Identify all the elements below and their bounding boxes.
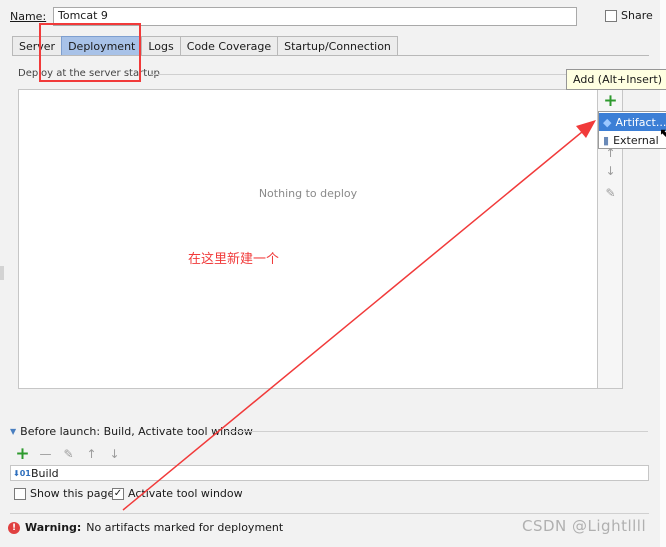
- share-checkbox-box[interactable]: [605, 9, 617, 22]
- watermark: CSDN @Lightllll: [522, 517, 647, 535]
- arrow-up-icon[interactable]: ↑: [83, 447, 100, 461]
- task-build[interactable]: Build: [31, 467, 59, 480]
- add-popup-menu: ◆ Artifact... ▮ External: [598, 111, 666, 149]
- highlight-box: [39, 23, 141, 82]
- remove-icon[interactable]: —: [37, 447, 54, 461]
- annotation-text: 在这里新建一个: [188, 252, 280, 267]
- before-launch-toolbar: + — ✎ ↑ ↓: [14, 444, 123, 464]
- artifact-icon: ◆: [603, 115, 612, 129]
- add-icon[interactable]: +: [603, 91, 618, 111]
- warning-label: Warning:: [25, 521, 82, 534]
- menu-item-artifact[interactable]: ◆ Artifact...: [599, 113, 666, 131]
- splitter-grip[interactable]: [0, 266, 4, 280]
- add-icon[interactable]: +: [14, 444, 31, 464]
- warning-icon: !: [8, 521, 20, 534]
- activate-tool-window-checkbox[interactable]: ✓ Activate tool window: [112, 487, 243, 500]
- share-checkbox[interactable]: Share: [605, 9, 653, 22]
- arrow-down-icon[interactable]: ↓: [106, 447, 123, 461]
- edit-icon[interactable]: ✎: [603, 185, 618, 200]
- show-page-checkbox[interactable]: Show this page: [14, 487, 114, 500]
- before-launch-title: Before launch: Build, Activate tool wind…: [20, 425, 253, 438]
- external-icon: ▮: [603, 133, 610, 147]
- add-tooltip: Add (Alt+Insert): [566, 69, 666, 90]
- collapse-triangle-icon[interactable]: ▼: [10, 427, 16, 436]
- edit-icon[interactable]: ✎: [60, 447, 77, 461]
- tab-logs[interactable]: Logs: [141, 36, 181, 56]
- footer-divider: [10, 513, 649, 514]
- menu-item-label: External: [613, 133, 659, 147]
- share-label: Share: [621, 9, 653, 22]
- tab-startup-connection[interactable]: Startup/Connection: [277, 36, 398, 56]
- build-icon: ⬇01: [13, 468, 31, 478]
- show-page-label: Show this page: [30, 487, 115, 500]
- show-page-checkbox-box[interactable]: [14, 487, 26, 500]
- tab-code-coverage[interactable]: Code Coverage: [179, 36, 279, 56]
- menu-item-external[interactable]: ▮ External: [599, 131, 666, 149]
- empty-list-text: Nothing to deploy: [258, 187, 358, 200]
- mouse-cursor-icon: ⬉: [659, 126, 666, 142]
- before-launch-list[interactable]: ⬇01 Build: [10, 465, 649, 481]
- name-label: Name:: [10, 10, 47, 23]
- before-launch-divider: [225, 431, 648, 432]
- deployment-list[interactable]: Nothing to deploy: [18, 89, 598, 389]
- activate-checkbox-box[interactable]: ✓: [112, 487, 124, 500]
- activate-label: Activate tool window: [128, 487, 243, 500]
- warning-text: No artifacts marked for deployment: [86, 521, 284, 534]
- warning-bar: ! Warning: No artifacts marked for deplo…: [8, 521, 283, 534]
- before-launch-header[interactable]: ▼ Before launch: Build, Activate tool wi…: [10, 425, 253, 438]
- arrow-down-icon[interactable]: ↓: [603, 163, 618, 178]
